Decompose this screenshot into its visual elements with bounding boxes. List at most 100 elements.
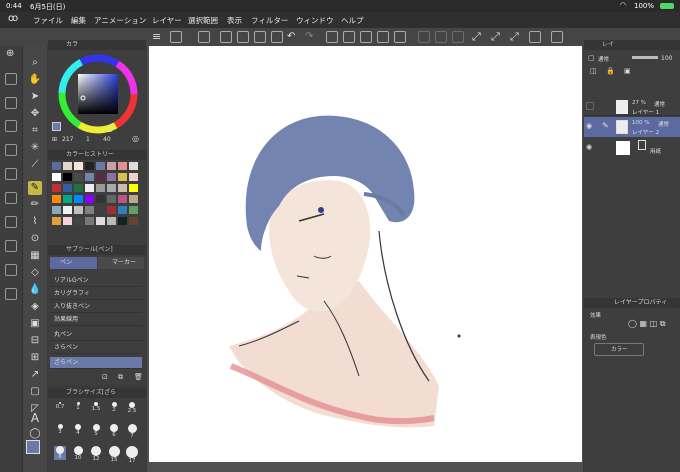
balloon-tool-icon[interactable]: ▢ — [28, 385, 42, 399]
ruler-snap-icon[interactable]: ⤢ — [472, 30, 481, 44]
redo-icon[interactable]: ↷ — [305, 31, 313, 42]
history-swatch[interactable] — [74, 206, 83, 214]
layer-clip-icon[interactable]: ◫ — [590, 67, 597, 75]
cmd-icon-4[interactable] — [5, 144, 17, 156]
menu-animation[interactable]: アニメーション — [94, 15, 146, 26]
history-swatch[interactable] — [52, 184, 61, 192]
expression-color-select[interactable]: カラー — [594, 343, 644, 356]
fill-icon[interactable] — [360, 31, 372, 43]
cmd-icon-3[interactable] — [5, 120, 17, 132]
subtool-item[interactable]: カリグラフィ — [50, 288, 142, 300]
gradient-tool-icon[interactable]: ▣ — [28, 317, 42, 331]
brush-size-option[interactable]: 12 — [90, 446, 102, 462]
clear-icon[interactable] — [343, 31, 355, 43]
special-ruler-icon[interactable]: ⤢ — [491, 30, 500, 44]
history-swatch[interactable] — [118, 195, 127, 203]
history-swatch[interactable] — [63, 195, 72, 203]
layer-blend-icon[interactable]: ▢ — [588, 54, 595, 62]
history-swatch[interactable] — [74, 173, 83, 181]
history-swatch[interactable] — [107, 162, 116, 170]
brush-size-option[interactable]: 6 — [108, 424, 120, 438]
history-swatch[interactable] — [96, 162, 105, 170]
history-swatch[interactable] — [52, 206, 61, 214]
brush-size-option[interactable]: 7 — [126, 424, 138, 439]
airbrush-tool-icon[interactable]: ⊙ — [28, 232, 42, 246]
history-swatch[interactable] — [74, 162, 83, 170]
history-swatch[interactable] — [107, 217, 116, 225]
zoom-tool-icon[interactable]: ⌕ — [28, 56, 42, 70]
history-swatch[interactable] — [129, 195, 138, 203]
pen-tool-icon[interactable]: ✎ — [28, 181, 42, 195]
new-file-icon[interactable] — [220, 31, 232, 43]
object-tool-icon[interactable]: ➤ — [28, 90, 42, 104]
subtool-item[interactable]: 効果線用 — [50, 314, 142, 326]
history-swatch[interactable] — [118, 184, 127, 192]
figure-tool-icon[interactable]: ⊟ — [28, 334, 42, 348]
layer-row[interactable]: 27 % 通常 レイヤー 1 — [584, 98, 680, 116]
brush-tool-icon[interactable]: ⌇ — [28, 215, 42, 229]
cmd-icon-9[interactable] — [5, 264, 17, 276]
subtool-item[interactable]: 丸ペン — [50, 329, 142, 341]
eye-icon[interactable]: ◉ — [586, 122, 592, 130]
transform-icon[interactable] — [377, 31, 389, 43]
history-swatch[interactable] — [52, 195, 61, 203]
history-swatch[interactable] — [85, 217, 94, 225]
history-swatch[interactable] — [85, 173, 94, 181]
menu-view[interactable]: 表示 — [227, 15, 242, 26]
selection-off-icon[interactable] — [418, 31, 430, 43]
history-swatch[interactable] — [96, 173, 105, 181]
layer-mask-icon[interactable]: ▣ — [624, 67, 631, 75]
ruler-tool-icon[interactable]: ↗ — [28, 368, 42, 382]
eyedropper-tool-icon[interactable]: ⟋ — [28, 158, 42, 172]
selection-tool-icon[interactable]: ⌗ — [28, 124, 42, 138]
document-icon[interactable] — [529, 31, 541, 43]
save-icon[interactable] — [254, 31, 266, 43]
cmd-icon-7[interactable] — [5, 216, 17, 228]
grid-snap-icon[interactable]: ⤢ — [510, 30, 519, 44]
menu-edit[interactable]: 編集 — [71, 15, 86, 26]
gallery-icon[interactable] — [198, 31, 210, 43]
layer-blend-mode[interactable]: 通常 — [598, 55, 609, 63]
new-canvas-icon[interactable] — [170, 31, 182, 43]
history-swatch[interactable] — [107, 184, 116, 192]
brush-size-option[interactable]: 8 — [54, 446, 66, 460]
subtool-item[interactable]: 入り抜きペン — [50, 301, 142, 313]
opacity-slider[interactable] — [632, 56, 658, 59]
lasso-tool-icon[interactable]: ✳ — [28, 141, 42, 155]
history-swatch[interactable] — [129, 217, 138, 225]
history-swatch[interactable] — [118, 173, 127, 181]
history-swatch[interactable] — [74, 184, 83, 192]
menu-icon[interactable]: ≡ — [152, 30, 161, 43]
subtool-duplicate-icon[interactable]: ⧉ — [118, 373, 123, 382]
history-swatch[interactable] — [52, 217, 61, 225]
crop-icon[interactable] — [394, 31, 406, 43]
color-wheel[interactable] — [58, 54, 138, 134]
cmd-icon-1[interactable] — [5, 73, 17, 85]
selection-expand-icon[interactable] — [452, 31, 464, 43]
history-swatch[interactable] — [129, 184, 138, 192]
layer-lock-icon[interactable]: 🔒 — [606, 67, 615, 75]
history-swatch[interactable] — [107, 195, 116, 203]
brush-size-option[interactable]: 4 — [72, 424, 84, 436]
fill-tool-icon[interactable]: ◈ — [28, 300, 42, 314]
eraser-tool-icon[interactable]: ◇ — [28, 266, 42, 280]
move-tool-icon[interactable]: ✥ — [28, 107, 42, 121]
history-swatch[interactable] — [96, 184, 105, 192]
brush-size-option[interactable]: 1 — [72, 402, 84, 411]
history-swatch[interactable] — [85, 206, 94, 214]
brush-size-option[interactable]: 10 — [72, 446, 84, 461]
tab-pen[interactable]: ペン — [50, 257, 97, 269]
open-icon[interactable] — [237, 31, 249, 43]
subtool-delete-icon[interactable]: 🗑 — [134, 373, 143, 381]
menu-layer[interactable]: レイヤー — [152, 15, 182, 26]
subtool-item[interactable]: さらペン — [50, 342, 142, 354]
subtool-item[interactable]: リアルGペン — [50, 275, 142, 287]
menu-file[interactable]: ファイル — [33, 15, 63, 26]
color-mode-icon[interactable]: ⊞ — [52, 136, 57, 143]
search-icon[interactable]: ⊕ — [6, 48, 14, 59]
loading-icon[interactable] — [326, 31, 338, 43]
drawing-canvas[interactable] — [149, 46, 582, 462]
history-swatch[interactable] — [52, 162, 61, 170]
layer-row[interactable]: ◉ 用紙 — [584, 138, 680, 158]
tab-marker[interactable]: マーカー — [98, 257, 144, 269]
